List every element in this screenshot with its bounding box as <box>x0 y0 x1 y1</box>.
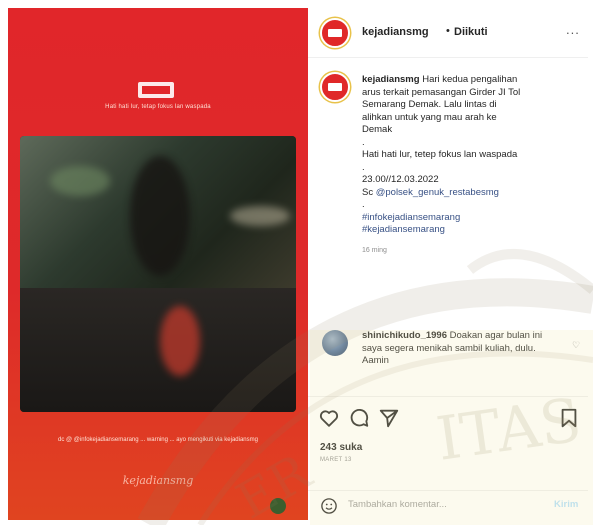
video-light-white <box>230 206 290 226</box>
post-date: MARET 13 <box>320 457 352 463</box>
emoji-icon[interactable] <box>320 497 338 515</box>
caption-dot-3: . <box>362 199 365 210</box>
caption-line-3: Semarang Demak. Lalu lintas di <box>362 99 497 110</box>
video-light-green <box>50 166 110 196</box>
video-light-red <box>160 306 200 376</box>
caption-username[interactable]: kejadiansmg <box>362 74 420 85</box>
caption-dot-1: . <box>362 136 365 148</box>
post-sidebar: kejadiansmg • Diikuti ... kejadiansmg Ha… <box>308 8 588 520</box>
caption-time-ago: 16 ming <box>362 246 387 254</box>
instagram-post-window: Hati hati lur, tetap fokus lan waspada d… <box>8 8 588 520</box>
kejadian-logo <box>138 82 174 98</box>
header-separator: • <box>446 25 450 37</box>
caption-dot-2: . <box>362 161 365 173</box>
likes-count[interactable]: 243 suka <box>320 442 362 453</box>
comment-input[interactable]: Tambahkan komentar... <box>348 499 447 510</box>
follow-status-button[interactable]: Diikuti <box>454 26 488 38</box>
caption-line-2: arus terkait pemasangan Girder JI Tol <box>362 86 521 98</box>
comment-like-icon[interactable]: ♡ <box>572 340 580 351</box>
caption-source-prefix: Sc <box>362 186 376 198</box>
hashtag-infokejadiansemarang[interactable]: #infokejadiansemarang <box>362 212 574 225</box>
commenter-username[interactable]: shinichikudo_1996 <box>362 330 447 341</box>
comment-icon[interactable] <box>348 407 370 429</box>
hashtag-kejadiansemarang[interactable]: #kejadiansemarang <box>362 224 574 237</box>
post-comment-button[interactable]: Kirim <box>554 499 578 510</box>
profile-avatar[interactable] <box>320 18 350 48</box>
post-video[interactable] <box>20 136 296 412</box>
share-icon[interactable] <box>378 407 400 429</box>
caption-line-5: Demak <box>362 124 393 135</box>
caption-text: kejadiansmg Hari kedua pengalihan arus t… <box>362 74 574 257</box>
post-media[interactable]: Hati hati lur, tetap fokus lan waspada d… <box>8 8 308 520</box>
like-icon[interactable] <box>318 407 340 429</box>
caption-avatar[interactable] <box>320 72 350 102</box>
caption-source-link[interactable]: @polsek_genuk_restabesmg <box>376 187 499 198</box>
caption-datetime: 23.00//12.03.2022 <box>362 174 439 185</box>
media-top-text: Hati hati lur, tetap fokus lan waspada <box>105 104 211 110</box>
more-options-icon[interactable]: ... <box>566 22 580 37</box>
video-figure <box>130 156 190 276</box>
add-comment-bar: Tambahkan komentar... Kirim <box>308 490 588 520</box>
caption-line-4: alihkan untuk yang mau arah ke <box>362 111 497 123</box>
media-bottom-text: dc @ @infokejadiansemarang ... warning .… <box>58 437 258 443</box>
commenter-avatar[interactable] <box>322 330 348 356</box>
header-username[interactable]: kejadiansmg <box>362 26 429 38</box>
action-bar <box>308 396 588 436</box>
media-badge-icon <box>270 498 286 514</box>
caption-warning: Hati hati lur, tetep fokus lan waspada <box>362 149 518 160</box>
comment-text: shinichikudo_1996 Doakan agar bulan ini … <box>362 330 562 368</box>
save-bookmark-icon[interactable] <box>558 407 580 429</box>
media-signature: kejadiansmg <box>122 474 194 487</box>
post-header: kejadiansmg • Diikuti ... <box>308 8 588 58</box>
caption-line-1: Hari kedua pengalihan <box>422 74 518 85</box>
video-scene-lower <box>20 287 296 412</box>
